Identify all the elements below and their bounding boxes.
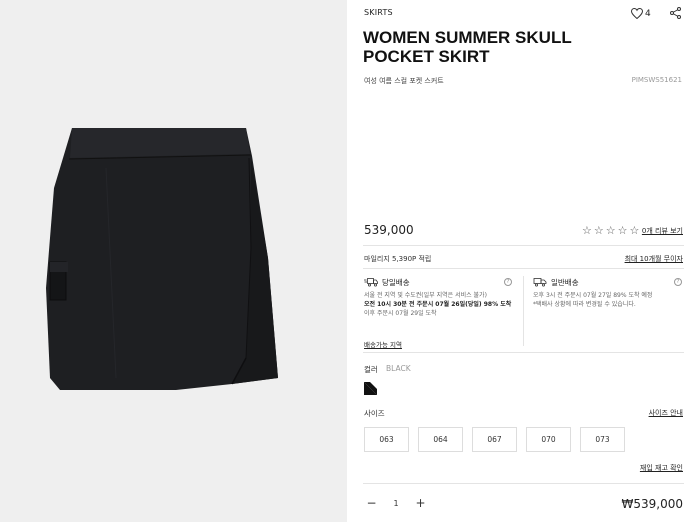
color-swatch-black[interactable] bbox=[364, 382, 377, 395]
quantity-stepper: − 1 + bbox=[363, 494, 429, 512]
info-icon[interactable]: ? bbox=[504, 278, 512, 286]
divider bbox=[363, 352, 684, 353]
star-icon: ☆ bbox=[582, 224, 592, 237]
quantity-plus-button[interactable]: + bbox=[412, 494, 429, 512]
mileage-info: 마일리지 5,390P 적립 bbox=[364, 255, 432, 263]
regular-line1: 오후 3시 전 주문시 07월 27일 89% 도착 예정 bbox=[533, 292, 653, 299]
size-option-070[interactable]: 070 bbox=[526, 427, 571, 452]
product-sku: PIMSWS51621 bbox=[631, 76, 682, 84]
star-icon: ☆ bbox=[617, 224, 628, 237]
heart-icon bbox=[631, 8, 643, 19]
share-icon[interactable] bbox=[670, 7, 681, 19]
product-image-area bbox=[0, 0, 347, 522]
regular-shipping: 일반배송 오후 3시 전 주문시 07월 27일 89% 도착 예정 *택배사 … bbox=[533, 277, 683, 309]
info-icon[interactable]: ? bbox=[674, 278, 682, 286]
divider bbox=[363, 268, 684, 269]
installment-link[interactable]: 최대 10개월 무이자 bbox=[625, 254, 683, 264]
product-info-panel: SKIRTS 4 WOMEN SUMMER SKULL POCKET SKIRT… bbox=[347, 0, 700, 522]
size-option-064[interactable]: 064 bbox=[418, 427, 463, 452]
rating-stars: ☆ ☆ ☆ ☆ ☆ bbox=[582, 224, 639, 237]
same-day-title: 당일배송 bbox=[382, 277, 410, 287]
same-day-line1: 서울 전 지역 및 수도권(일부 지역은 서비스 불가) bbox=[364, 292, 487, 299]
regular-title: 일반배송 bbox=[551, 277, 579, 287]
wishlist-button[interactable]: 4 bbox=[631, 8, 651, 19]
star-icon: ☆ bbox=[593, 224, 604, 237]
same-day-line2: 오전 10시 30분 전 주문시 07월 26일(당일) 98% 도착 bbox=[364, 301, 512, 308]
star-icon: ☆ bbox=[605, 224, 616, 237]
color-label: 컬러 bbox=[364, 365, 378, 374]
wishlist-count: 4 bbox=[645, 8, 651, 19]
divider bbox=[363, 483, 684, 484]
product-korean-name: 여성 여름 스컬 포켓 스커트 bbox=[364, 77, 444, 85]
size-option-073[interactable]: 073 bbox=[580, 427, 625, 452]
category-breadcrumb[interactable]: SKIRTS bbox=[364, 8, 393, 17]
product-title-line2: POCKET SKIRT bbox=[363, 47, 490, 66]
total-price: ₩539,000 bbox=[621, 497, 684, 511]
fast-truck-icon bbox=[364, 278, 378, 287]
same-day-shipping: 당일배송 서울 전 지역 및 수도권(일부 지역은 서비스 불가) 오전 10시… bbox=[364, 277, 519, 318]
quantity-minus-button[interactable]: − bbox=[363, 494, 380, 512]
size-option-063[interactable]: 063 bbox=[364, 427, 409, 452]
size-guide-link[interactable]: 사이즈 안내 bbox=[649, 408, 683, 418]
product-title: WOMEN SUMMER SKULL POCKET SKIRT bbox=[363, 28, 663, 66]
divider-vertical bbox=[523, 276, 524, 346]
star-icon: ☆ bbox=[629, 224, 640, 237]
color-value: BLACK bbox=[386, 364, 411, 373]
restock-check-link[interactable]: 재입 재고 확인 bbox=[640, 463, 683, 473]
same-day-line3: 이후 주문시 07월 29일 도착 bbox=[364, 310, 437, 317]
regular-line2: *택배사 상황에 따라 변경될 수 있습니다. bbox=[533, 301, 636, 308]
delivery-region-link[interactable]: 배송가능 지역 bbox=[364, 339, 402, 349]
size-label: 사이즈 bbox=[364, 409, 385, 418]
product-image-skirt bbox=[46, 128, 278, 390]
quantity-value[interactable]: 1 bbox=[380, 494, 412, 512]
size-option-067[interactable]: 067 bbox=[472, 427, 517, 452]
truck-icon bbox=[533, 278, 547, 287]
product-price: 539,000 bbox=[364, 223, 414, 237]
divider bbox=[363, 245, 684, 246]
product-title-line1: WOMEN SUMMER SKULL bbox=[363, 28, 572, 47]
review-link[interactable]: 0개 리뷰 보기 bbox=[642, 226, 683, 236]
